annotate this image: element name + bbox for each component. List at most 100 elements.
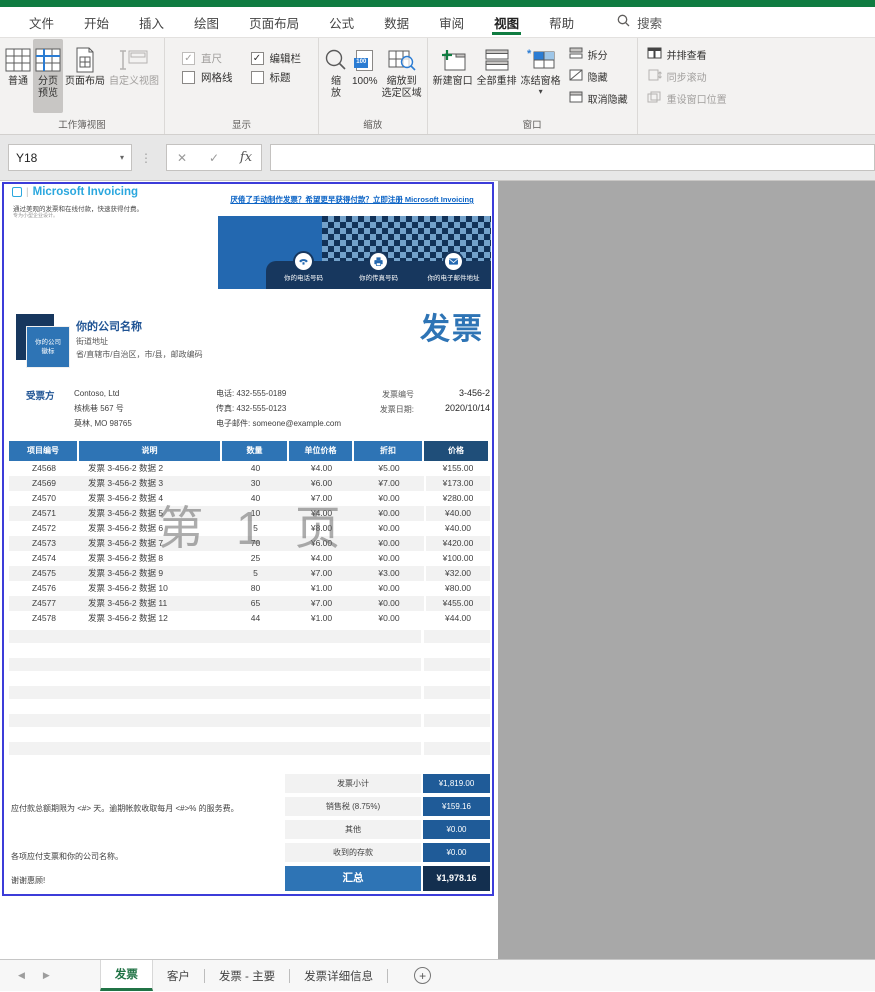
ribbon-tab-公式[interactable]: 公式 <box>314 7 369 37</box>
table-cell: ¥1.00 <box>310 613 333 623</box>
normal-view-button[interactable]: 普通 <box>3 39 33 113</box>
ribbon-tab-开始[interactable]: 开始 <box>69 7 124 37</box>
invoice-banner: 你的电话号码 你的传真号码 你的电子邮件地址 <box>218 216 491 289</box>
zoom-to-selection-button[interactable]: 缩放到 选定区域 <box>380 39 424 113</box>
table-row[interactable]: Z4568 发票 3-456-2 数据 2 40 ¥4.00 ¥5.00 ¥155.00 <box>9 461 490 476</box>
summary-value: ¥1,819.00 <box>423 774 490 793</box>
new-window-button[interactable]: 新建窗口 <box>431 39 475 113</box>
thank-you-note: 谢谢惠顾! <box>11 876 46 885</box>
custom-views-icon <box>119 44 149 76</box>
signup-link[interactable]: 厌倦了手动制作发票？希望更早获得付款？立即注册 Microsoft Invoic… <box>212 194 492 205</box>
取消隐藏-button[interactable]: 取消隐藏 <box>569 91 628 106</box>
add-sheet-button[interactable]: + <box>414 967 432 984</box>
ribbon-tab-页面布局[interactable]: 页面布局 <box>234 7 314 37</box>
group-window: 新建窗口 全部重排 * 冻结窗格 ▾ 拆分隐藏取消隐藏 窗口 <box>428 38 638 134</box>
checkbox-label: 编辑栏 <box>269 53 302 65</box>
name-box-dropdown-icon[interactable]: ▾ <box>120 153 124 162</box>
ribbon-tab-审阅[interactable]: 审阅 <box>424 7 479 37</box>
contact-item: 你的传真号码 <box>341 253 416 289</box>
arrange-all-button[interactable]: 全部重排 <box>475 39 519 113</box>
group-label-window: 窗口 <box>522 120 542 131</box>
bill-to-address: Contoso, Ltd 核桃巷 567 号 莫林, MO 98765 <box>74 389 132 428</box>
small-button-label: 同步滚动 <box>666 73 707 84</box>
column-header: 项目编号 <box>9 441 77 461</box>
company-logo: 你的公司 徽标 <box>26 326 70 368</box>
contact-label: 你的电话号码 <box>284 275 323 282</box>
table-row[interactable]: Z4576 发票 3-456-2 数据 10 80 ¥1.00 ¥0.00 ¥80.00 <box>9 581 490 596</box>
table-cell: ¥3.00 <box>354 566 424 581</box>
checkbox-网格线[interactable]: 网格线 <box>182 70 233 85</box>
table-cell: ¥0.00 <box>354 596 424 611</box>
并排查看-button[interactable]: 并排查看 <box>647 47 727 62</box>
column-header: 数量 <box>222 441 287 461</box>
group-label-show: 显示 <box>231 120 251 131</box>
brand: | Microsoft Invoicing <box>12 186 138 198</box>
brand-tagline-2: 专为小型企业设计。 <box>13 213 59 219</box>
checkbox-标题[interactable]: 标题 <box>250 70 302 85</box>
隐藏-button[interactable]: 隐藏 <box>569 69 628 84</box>
ribbon-tab-数据[interactable]: 数据 <box>369 7 424 37</box>
page-layout-button[interactable]: 页面布局 <box>63 39 107 113</box>
table-cell: 65 <box>222 596 289 611</box>
ribbon-tab-绘图[interactable]: 绘图 <box>179 7 234 37</box>
table-cell: ¥455.00 <box>426 596 490 611</box>
chevron-down-icon: ▾ <box>538 87 543 96</box>
table-row[interactable]: Z4575 发票 3-456-2 数据 9 5 ¥7.00 ¥3.00 ¥32.00 <box>9 566 490 581</box>
search-box[interactable]: 搜索 <box>617 13 662 32</box>
ribbon-tab-文件[interactable]: 文件 <box>14 7 69 37</box>
sheet-tab-发票 - 主要[interactable]: 发票 - 主要 <box>205 960 289 991</box>
table-cell: 44 <box>250 613 261 623</box>
zoom-100-icon: 100 <box>354 44 374 76</box>
name-box[interactable]: Y18 ▾ <box>8 144 132 171</box>
table-row[interactable]: Z4578 发票 3-456-2 数据 12 44 ¥1.00 ¥0.00 ¥44.00 <box>9 611 490 626</box>
company-name: 你的公司名称 <box>76 321 142 333</box>
summary-value: ¥0.00 <box>423 843 490 862</box>
ribbon-tab-帮助[interactable]: 帮助 <box>534 7 589 37</box>
cancel-icon[interactable]: ✕ <box>173 151 191 165</box>
ribbon-tab-插入[interactable]: 插入 <box>124 7 179 37</box>
summary-total-row: 汇总 ¥1,978.16 <box>285 866 490 891</box>
table-cell: ¥4.00 <box>310 463 333 473</box>
table-cell: ¥280.00 <box>442 493 474 503</box>
checkbox-编辑栏[interactable]: ✓ 编辑栏 <box>250 51 302 66</box>
formula-input[interactable] <box>270 144 875 171</box>
checkbox-label: 网格线 <box>201 72 233 84</box>
ribbon-tab-视图[interactable]: 视图 <box>479 7 534 37</box>
search-icon <box>617 14 630 30</box>
checkbox-直尺: ✓ 直尺 <box>182 51 233 66</box>
invoice-date: 2020/10/14 <box>444 403 490 413</box>
group-compare: 并排查看 同步滚动 重设窗口位置 <box>638 38 736 134</box>
zoom-button[interactable]: 缩 放 <box>322 39 350 113</box>
sheet-scroll-right-icon[interactable]: ▶ <box>43 970 50 981</box>
table-cell: ¥155.00 <box>442 463 474 473</box>
拆分-button[interactable]: 拆分 <box>569 47 628 62</box>
formula-buttons: ✕ ✓ fx <box>166 144 262 171</box>
sheet-tab-发票详细信息[interactable]: 发票详细信息 <box>290 960 387 991</box>
table-row[interactable]: Z4577 发票 3-456-2 数据 11 65 ¥7.00 ¥0.00 ¥455.00 <box>9 596 490 611</box>
table-cell: ¥44.00 <box>445 613 471 623</box>
table-cell: ¥420.00 <box>426 536 490 551</box>
formula-bar-divider: ⋮ <box>140 150 152 165</box>
insert-function-icon[interactable]: fx <box>237 150 255 165</box>
sheet-tab-发票[interactable]: 发票 <box>99 960 153 991</box>
table-cell: 80 <box>250 583 261 593</box>
table-cell: ¥40.00 <box>445 523 471 533</box>
sync-scroll-icon <box>647 69 662 84</box>
worksheet-area[interactable]: | Microsoft Invoicing 通过美观的发票和在线付款，快速获得付… <box>0 181 875 959</box>
small-button-label: 拆分 <box>587 51 608 62</box>
arrange-all-icon <box>484 44 510 76</box>
table-row[interactable]: Z4569 发票 3-456-2 数据 3 30 ¥6.00 ¥7.00 ¥173.00 <box>9 476 490 491</box>
sheet-tab-客户[interactable]: 客户 <box>153 960 204 991</box>
summary-value: ¥0.00 <box>423 820 490 839</box>
empty-row-band <box>424 630 490 643</box>
sheet-scroll-left-icon[interactable]: ◀ <box>18 970 25 981</box>
invoice-page: | Microsoft Invoicing 通过美观的发票和在线付款，快速获得付… <box>2 182 494 896</box>
payment-terms-note: 应付款总额期限为 <#> 天。逾期帐款收取每月 <#>% 的服务费。 <box>11 804 239 813</box>
enter-icon[interactable]: ✓ <box>205 151 223 165</box>
summary-value: ¥159.16 <box>423 797 490 816</box>
zoom-selection-icon <box>388 44 416 76</box>
zoom-100-button[interactable]: 100 100% <box>350 39 380 113</box>
total-value: ¥1,978.16 <box>423 866 490 891</box>
page-break-preview-button[interactable]: 分页 预览 <box>33 39 63 113</box>
freeze-panes-button[interactable]: * 冻结窗格 ▾ <box>519 39 563 113</box>
